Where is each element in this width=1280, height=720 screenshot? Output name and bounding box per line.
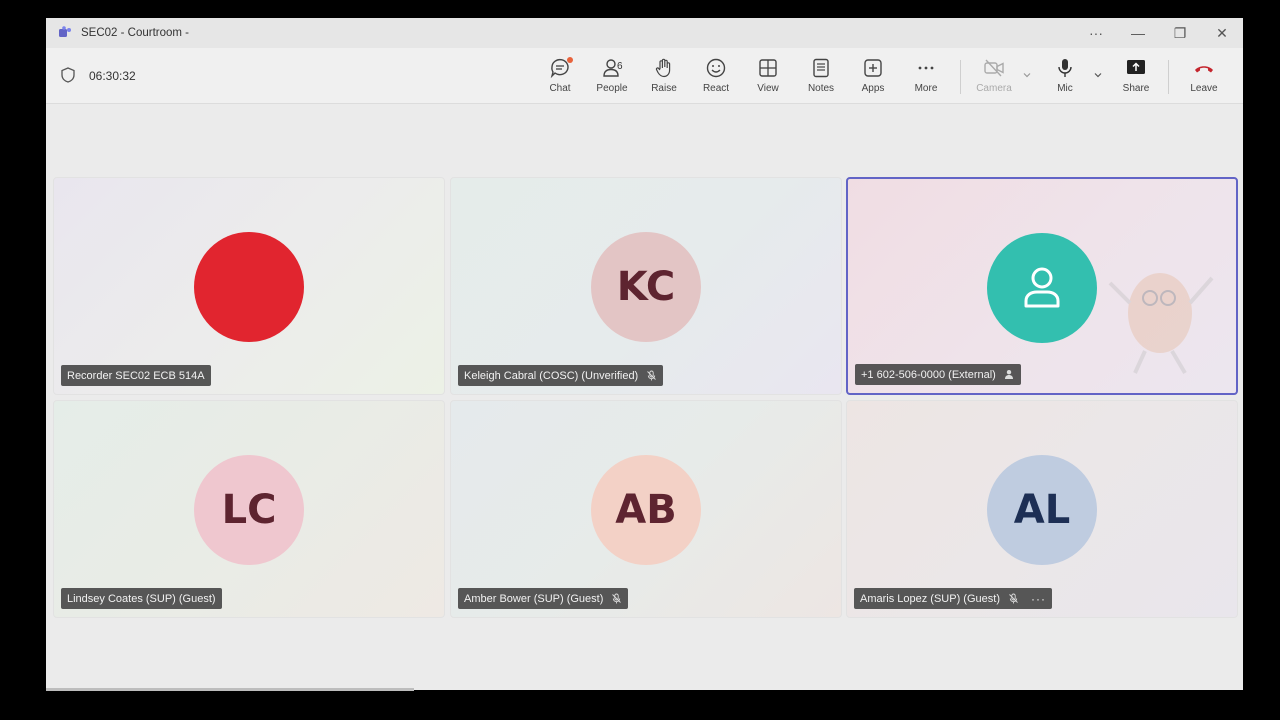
camera-button[interactable]: Camera [968,57,1020,99]
teams-meeting-window: SEC02 - Courtroom - ··· — ❐ ✕ 06:30:32 C… [46,18,1243,690]
participant-avatar: AB [591,455,701,565]
restore-button[interactable]: ❐ [1159,18,1201,48]
participant-avatar: AL [987,455,1097,565]
mic-label: Mic [1057,83,1073,94]
react-button[interactable]: React [690,57,742,99]
mic-muted-icon [647,370,657,381]
raise-label: Raise [651,83,677,94]
smiley-icon [706,58,726,78]
window-title: SEC02 - Courtroom - [81,27,190,39]
window-controls: ··· — ❐ ✕ [1075,18,1243,48]
people-count: 6 [617,61,623,72]
teams-logo-icon [59,26,71,37]
title-bar: SEC02 - Courtroom - ··· — ❐ ✕ [46,18,1243,48]
view-label: View [757,83,779,94]
add-apps-icon [864,59,882,77]
hang-up-icon [1195,66,1213,73]
more-label: More [914,83,938,94]
camera-label: Camera [976,83,1012,94]
toolbar-separator [1168,60,1169,94]
grid-view-icon [759,59,777,77]
participant-name: Amber Bower (SUP) (Guest) [464,592,604,605]
participant-name: Recorder SEC02 ECB 514A [67,369,205,382]
participant-more-options-icon[interactable]: ··· [1031,592,1046,606]
participant-name-tag: Amber Bower (SUP) (Guest) [458,588,629,609]
more-dots-icon [918,66,934,70]
microphone-icon [1058,59,1072,77]
mic-options-chevron-icon[interactable] [1093,70,1103,80]
meeting-timer: 06:30:32 [89,69,136,83]
leave-label: Leave [1190,83,1218,94]
participant-tile[interactable]: AB Amber Bower (SUP) (Guest) [450,400,842,618]
participant-avatar: KC [591,232,701,342]
apps-button[interactable]: Apps [847,57,899,99]
person-icon [1024,267,1060,308]
notes-button[interactable]: Notes [795,57,847,99]
participant-name-tag: Lindsey Coates (SUP) (Guest) [61,588,222,609]
participant-name: Lindsey Coates (SUP) (Guest) [67,592,216,605]
chat-notification-dot [567,57,573,63]
notes-icon [813,58,829,78]
close-button[interactable]: ✕ [1201,18,1243,48]
people-label: People [596,83,628,94]
camera-off-icon [984,59,1004,77]
participant-tile[interactable]: AL Amaris Lopez (SUP) (Guest) ··· [846,400,1238,618]
share-screen-icon [1127,60,1145,74]
people-button[interactable]: 6 People [586,57,638,99]
chat-button[interactable]: Chat [534,57,586,99]
leave-button[interactable]: Leave [1178,57,1230,99]
share-button[interactable]: Share [1110,57,1162,99]
raise-hand-button[interactable]: Raise [638,57,690,99]
meeting-toolbar: 06:30:32 Chat 6 People Raise React View … [46,48,1243,104]
participant-name-tag: Recorder SEC02 ECB 514A [61,365,211,386]
participant-name-tag: Amaris Lopez (SUP) (Guest) ··· [854,588,1052,609]
participant-tile[interactable]: LC Lindsey Coates (SUP) (Guest) [53,400,445,618]
scroll-indicator [46,688,414,691]
toolbar-separator [960,60,961,94]
minimize-button[interactable]: — [1117,18,1159,48]
background-mascot-image [1108,273,1214,375]
more-button[interactable]: More [900,57,952,99]
participant-name: +1 602-506-0000 (External) [861,368,996,381]
react-label: React [702,83,730,94]
participant-tile-active[interactable]: +1 602-506-0000 (External) [846,177,1238,395]
participant-name-tag: +1 602-506-0000 (External) [855,364,1021,385]
notes-label: Notes [807,83,835,94]
participant-name: Amaris Lopez (SUP) (Guest) [860,592,1000,605]
apps-label: Apps [861,83,885,94]
participant-name: Keleigh Cabral (COSC) (Unverified) [464,369,639,382]
window-more-button[interactable]: ··· [1075,18,1117,48]
recording-indicator [194,232,304,342]
participant-tile[interactable]: Recorder SEC02 ECB 514A [53,177,445,395]
participant-tile[interactable]: KC Keleigh Cabral (COSC) (Unverified) [450,177,842,395]
participant-avatar: LC [194,455,304,565]
shield-icon [61,67,75,83]
share-label: Share [1122,83,1150,94]
chat-label: Chat [549,83,571,94]
phone-user-icon [1004,370,1013,379]
participant-name-tag: Keleigh Cabral (COSC) (Unverified) [458,365,664,386]
camera-options-chevron-icon[interactable] [1022,70,1032,80]
hand-icon [655,58,671,78]
participant-avatar [987,233,1097,343]
view-button[interactable]: View [742,57,794,99]
mic-button[interactable]: Mic [1039,57,1091,99]
mic-muted-icon [1009,593,1018,604]
mic-muted-icon [612,593,622,604]
